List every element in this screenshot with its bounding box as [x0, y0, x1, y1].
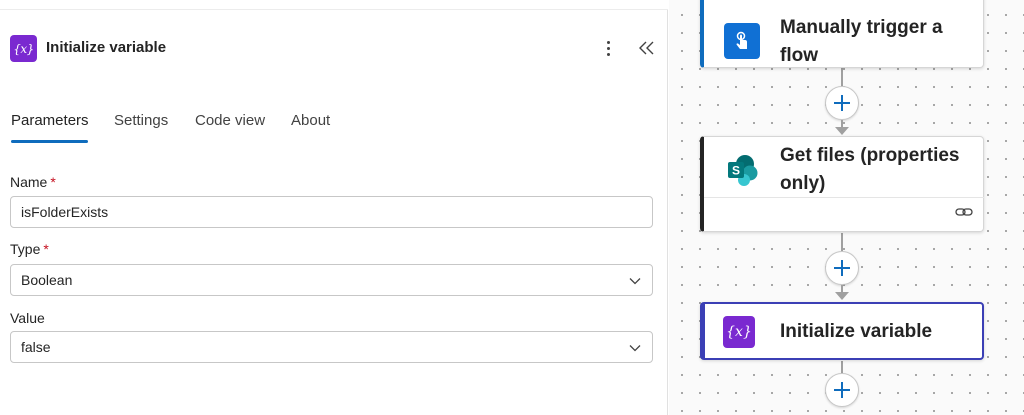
connection-link-icon[interactable] [954, 204, 974, 220]
more-options-button[interactable] [598, 36, 618, 60]
connector-line [841, 361, 843, 373]
arrow-down-icon [835, 292, 849, 300]
plus-icon [834, 95, 850, 111]
flow-card-initialize-variable[interactable]: {x} Initialize variable [700, 302, 984, 360]
add-step-button[interactable] [825, 373, 859, 407]
type-label-text: Type [10, 241, 41, 257]
tab-settings[interactable]: Settings [114, 112, 168, 129]
sharepoint-icon: S [722, 150, 762, 190]
tab-about[interactable]: About [291, 112, 330, 129]
add-step-button[interactable] [825, 251, 859, 285]
type-dropdown[interactable]: Boolean [10, 264, 653, 296]
type-dropdown-value: Boolean [21, 272, 73, 288]
flow-card-get-files[interactable]: S Get files (properties only) [700, 136, 984, 232]
more-dot-icon [606, 52, 610, 56]
arrow-down-icon [835, 127, 849, 135]
required-mark: * [50, 174, 56, 190]
value-field-label: Value [10, 310, 45, 326]
chevron-down-icon [629, 345, 641, 352]
value-dropdown-value: false [21, 339, 51, 355]
more-dot-icon [606, 40, 610, 44]
action-details-panel: {x} Initialize variable Parameters Setti… [0, 0, 668, 415]
card-title: Manually trigger a flow [780, 17, 943, 66]
tab-code-view[interactable]: Code view [195, 112, 265, 129]
plus-icon [834, 260, 850, 276]
tab-parameters[interactable]: Parameters [11, 112, 89, 129]
connector-line [841, 68, 843, 86]
flow-card-manual-trigger[interactable]: Manually trigger a flow [700, 0, 984, 68]
card-title: Initialize variable [780, 321, 933, 342]
variable-icon: {x} [723, 316, 755, 348]
name-input-value: isFolderExists [21, 204, 109, 220]
name-field-label: Name * [10, 174, 56, 190]
panel-top-edge [0, 0, 668, 10]
svg-text:S: S [732, 164, 740, 178]
name-label-text: Name [10, 174, 48, 190]
touch-trigger-icon [724, 23, 760, 59]
required-mark: * [43, 241, 49, 257]
double-chevron-left-icon [639, 41, 654, 55]
plus-icon [834, 382, 850, 398]
variable-icon: {x} [10, 35, 37, 62]
active-tab-indicator [11, 140, 88, 143]
panel-title: Initialize variable [46, 39, 167, 56]
name-input[interactable]: isFolderExists [10, 196, 653, 228]
more-dot-icon [606, 46, 610, 50]
card-title: Get files (properties only) [780, 145, 960, 194]
value-dropdown[interactable]: false [10, 331, 653, 363]
collapse-panel-button[interactable] [636, 36, 658, 60]
connector-line [841, 233, 843, 251]
add-step-button[interactable] [825, 86, 859, 120]
chevron-down-icon [629, 278, 641, 285]
type-field-label: Type * [10, 241, 49, 257]
card-divider [704, 197, 984, 198]
